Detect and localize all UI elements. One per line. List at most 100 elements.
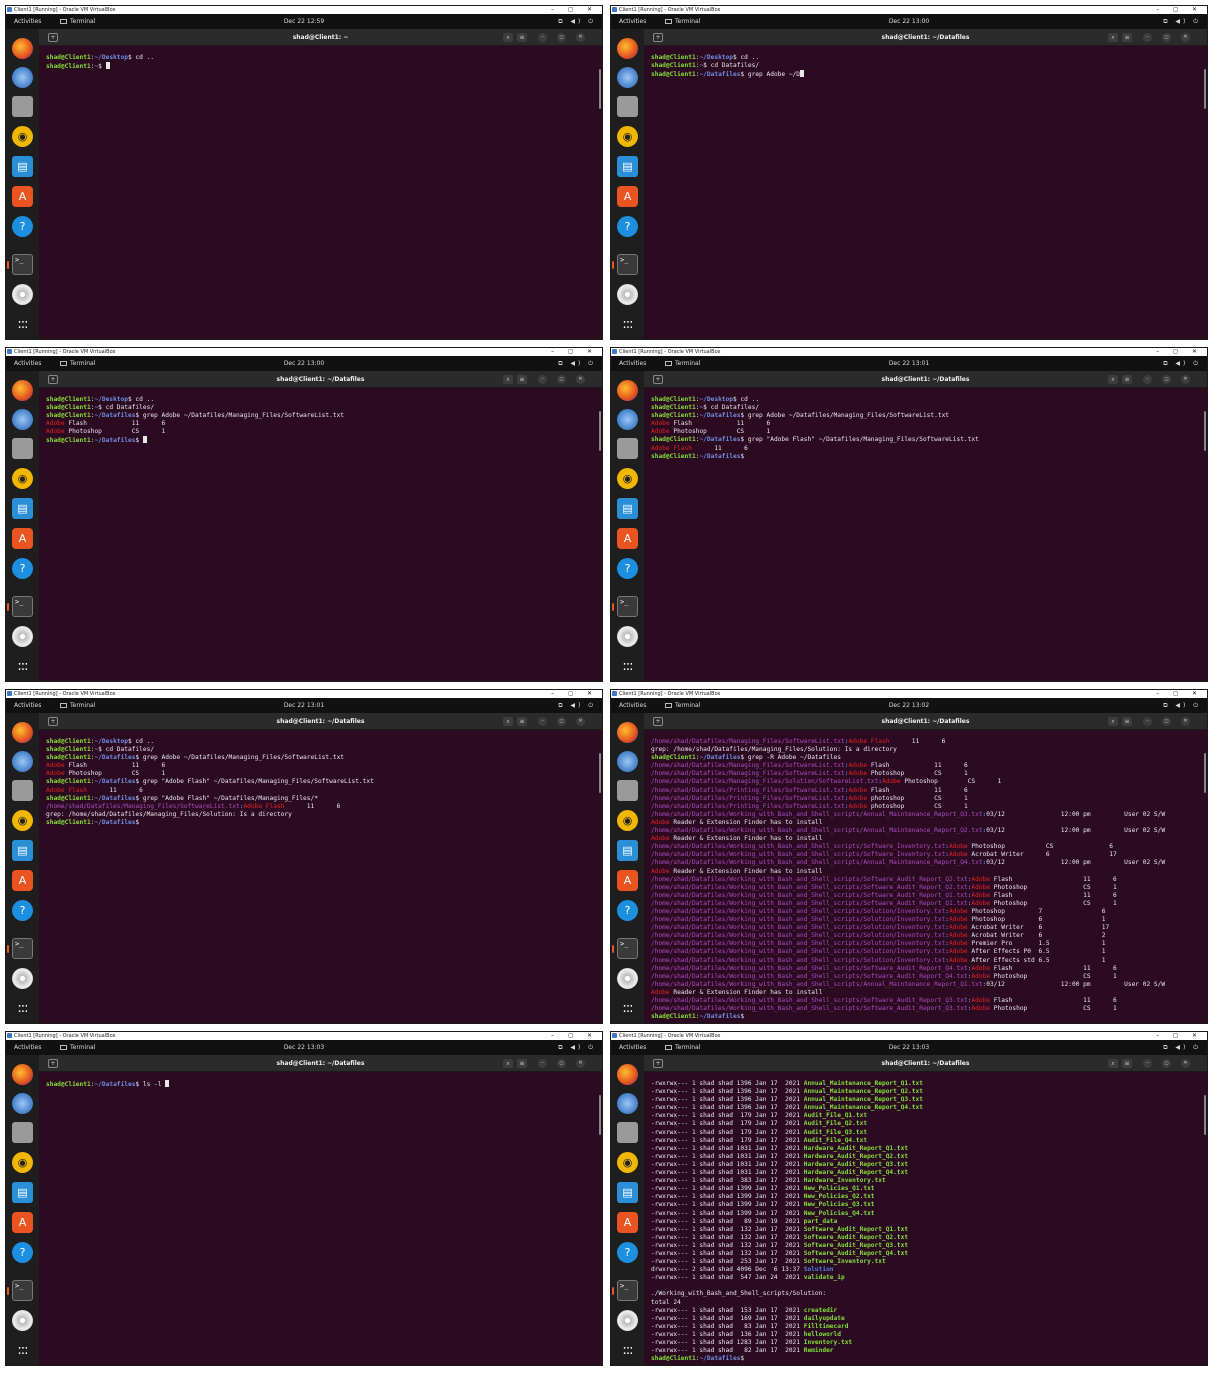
terminal-icon[interactable]: >_ bbox=[617, 254, 638, 275]
help-icon[interactable]: ? bbox=[12, 558, 33, 579]
scrollbar[interactable] bbox=[599, 753, 601, 793]
terminal-output[interactable]: shad@Client1:~/Datafiles$ ls -l bbox=[46, 1080, 600, 1365]
virtualbox-window-controls[interactable]: – ◻ ✕ bbox=[1156, 348, 1203, 356]
terminal-icon[interactable]: >_ bbox=[12, 254, 33, 275]
close-button[interactable]: ✕ bbox=[576, 375, 585, 384]
files-icon[interactable] bbox=[617, 1122, 638, 1143]
close-button[interactable]: ✕ bbox=[576, 1059, 585, 1068]
virtualbox-window-controls[interactable]: – ◻ ✕ bbox=[551, 6, 598, 14]
system-tray[interactable]: ⧉ ◀) ⏻ bbox=[1163, 14, 1201, 29]
rhythmbox-icon[interactable]: ◉ bbox=[12, 1152, 33, 1173]
system-tray[interactable]: ⧉ ◀) ⏻ bbox=[558, 1040, 596, 1055]
dvd-icon[interactable] bbox=[12, 1310, 33, 1331]
terminal-output[interactable]: shad@Client1:~/Desktop$ cd .. shad@Client… bbox=[46, 54, 600, 339]
terminal-output[interactable]: shad@Client1:~/Desktop$ cd .. shad@Client… bbox=[46, 738, 600, 1023]
close-button[interactable]: ✕ bbox=[576, 717, 585, 726]
scrollbar[interactable] bbox=[1204, 753, 1206, 793]
dvd-icon[interactable] bbox=[12, 968, 33, 989]
help-icon[interactable]: ? bbox=[12, 900, 33, 921]
maximize-button[interactable]: ◻ bbox=[1162, 1059, 1171, 1068]
search-button[interactable]: ⌕ bbox=[1108, 33, 1118, 42]
maximize-button[interactable]: ◻ bbox=[557, 33, 566, 42]
close-button[interactable]: ✕ bbox=[1181, 375, 1190, 384]
virtualbox-window-controls[interactable]: – ◻ ✕ bbox=[551, 690, 598, 698]
close-button[interactable]: ✕ bbox=[1181, 33, 1190, 42]
dvd-icon[interactable] bbox=[617, 1310, 638, 1331]
terminal-output[interactable]: shad@Client1:~/Desktop$ cd .. shad@Client… bbox=[651, 54, 1205, 339]
virtualbox-window-controls[interactable]: – ◻ ✕ bbox=[1156, 6, 1203, 14]
files-icon[interactable] bbox=[617, 96, 638, 117]
minimize-button[interactable]: – bbox=[1143, 375, 1152, 384]
terminal-icon[interactable]: >_ bbox=[617, 938, 638, 959]
software-center-icon[interactable]: A bbox=[617, 870, 638, 891]
firefox-icon[interactable] bbox=[12, 1064, 33, 1085]
terminal-output[interactable]: shad@Client1:~/Desktop$ cd .. shad@Client… bbox=[651, 396, 1205, 681]
help-icon[interactable]: ? bbox=[617, 216, 638, 237]
clock[interactable]: Dec 22 13:02 bbox=[611, 698, 1207, 713]
software-center-icon[interactable]: A bbox=[617, 1212, 638, 1233]
rhythmbox-icon[interactable]: ◉ bbox=[12, 468, 33, 489]
thunderbird-icon[interactable] bbox=[617, 751, 638, 772]
clock[interactable]: Dec 22 13:03 bbox=[6, 1040, 602, 1055]
thunderbird-icon[interactable] bbox=[617, 409, 638, 430]
minimize-button[interactable]: – bbox=[538, 375, 547, 384]
dvd-icon[interactable] bbox=[12, 284, 33, 305]
menu-button[interactable]: ≡ bbox=[517, 717, 527, 726]
search-button[interactable]: ⌕ bbox=[1108, 1059, 1118, 1068]
help-icon[interactable]: ? bbox=[12, 1242, 33, 1263]
minimize-button[interactable]: – bbox=[538, 717, 547, 726]
terminal-output[interactable]: /home/shad/Datafiles/Managing_Files/Soft… bbox=[651, 738, 1205, 1023]
thunderbird-icon[interactable] bbox=[12, 67, 33, 88]
show-apps-icon[interactable]: ::: bbox=[12, 656, 33, 677]
clock[interactable]: Dec 22 13:00 bbox=[611, 14, 1207, 29]
help-icon[interactable]: ? bbox=[617, 1242, 638, 1263]
files-icon[interactable] bbox=[12, 780, 33, 801]
search-button[interactable]: ⌕ bbox=[503, 717, 513, 726]
maximize-button[interactable]: ◻ bbox=[557, 717, 566, 726]
show-apps-icon[interactable]: ::: bbox=[617, 656, 638, 677]
rhythmbox-icon[interactable]: ◉ bbox=[617, 468, 638, 489]
libreoffice-writer-icon[interactable]: ▤ bbox=[12, 840, 33, 861]
firefox-icon[interactable] bbox=[12, 722, 33, 743]
menu-button[interactable]: ≡ bbox=[1122, 33, 1132, 42]
scrollbar[interactable] bbox=[1204, 411, 1206, 451]
rhythmbox-icon[interactable]: ◉ bbox=[617, 810, 638, 831]
firefox-icon[interactable] bbox=[12, 380, 33, 401]
menu-button[interactable]: ≡ bbox=[517, 375, 527, 384]
close-button[interactable]: ✕ bbox=[576, 33, 585, 42]
search-button[interactable]: ⌕ bbox=[1108, 375, 1118, 384]
system-tray[interactable]: ⧉ ◀) ⏻ bbox=[558, 698, 596, 713]
software-center-icon[interactable]: A bbox=[617, 528, 638, 549]
system-tray[interactable]: ⧉ ◀) ⏻ bbox=[1163, 698, 1201, 713]
minimize-button[interactable]: – bbox=[1143, 717, 1152, 726]
thunderbird-icon[interactable] bbox=[12, 1093, 33, 1114]
firefox-icon[interactable] bbox=[617, 380, 638, 401]
rhythmbox-icon[interactable]: ◉ bbox=[12, 126, 33, 147]
software-center-icon[interactable]: A bbox=[12, 528, 33, 549]
system-tray[interactable]: ⧉ ◀) ⏻ bbox=[558, 14, 596, 29]
firefox-icon[interactable] bbox=[12, 38, 33, 59]
rhythmbox-icon[interactable]: ◉ bbox=[617, 1152, 638, 1173]
software-center-icon[interactable]: A bbox=[12, 870, 33, 891]
menu-button[interactable]: ≡ bbox=[1122, 717, 1132, 726]
firefox-icon[interactable] bbox=[617, 722, 638, 743]
show-apps-icon[interactable]: ::: bbox=[617, 314, 638, 335]
maximize-button[interactable]: ◻ bbox=[1162, 717, 1171, 726]
files-icon[interactable] bbox=[12, 438, 33, 459]
system-tray[interactable]: ⧉ ◀) ⏻ bbox=[558, 356, 596, 371]
software-center-icon[interactable]: A bbox=[12, 1212, 33, 1233]
virtualbox-window-controls[interactable]: – ◻ ✕ bbox=[1156, 1032, 1203, 1040]
terminal-icon[interactable]: >_ bbox=[12, 938, 33, 959]
scrollbar[interactable] bbox=[1204, 1095, 1206, 1135]
show-apps-icon[interactable]: ::: bbox=[12, 314, 33, 335]
libreoffice-writer-icon[interactable]: ▤ bbox=[12, 156, 33, 177]
terminal-icon[interactable]: >_ bbox=[12, 1280, 33, 1301]
software-center-icon[interactable]: A bbox=[12, 186, 33, 207]
minimize-button[interactable]: – bbox=[1143, 1059, 1152, 1068]
show-apps-icon[interactable]: ::: bbox=[12, 998, 33, 1019]
libreoffice-writer-icon[interactable]: ▤ bbox=[617, 498, 638, 519]
libreoffice-writer-icon[interactable]: ▤ bbox=[617, 1182, 638, 1203]
menu-button[interactable]: ≡ bbox=[1122, 1059, 1132, 1068]
menu-button[interactable]: ≡ bbox=[1122, 375, 1132, 384]
dvd-icon[interactable] bbox=[12, 626, 33, 647]
